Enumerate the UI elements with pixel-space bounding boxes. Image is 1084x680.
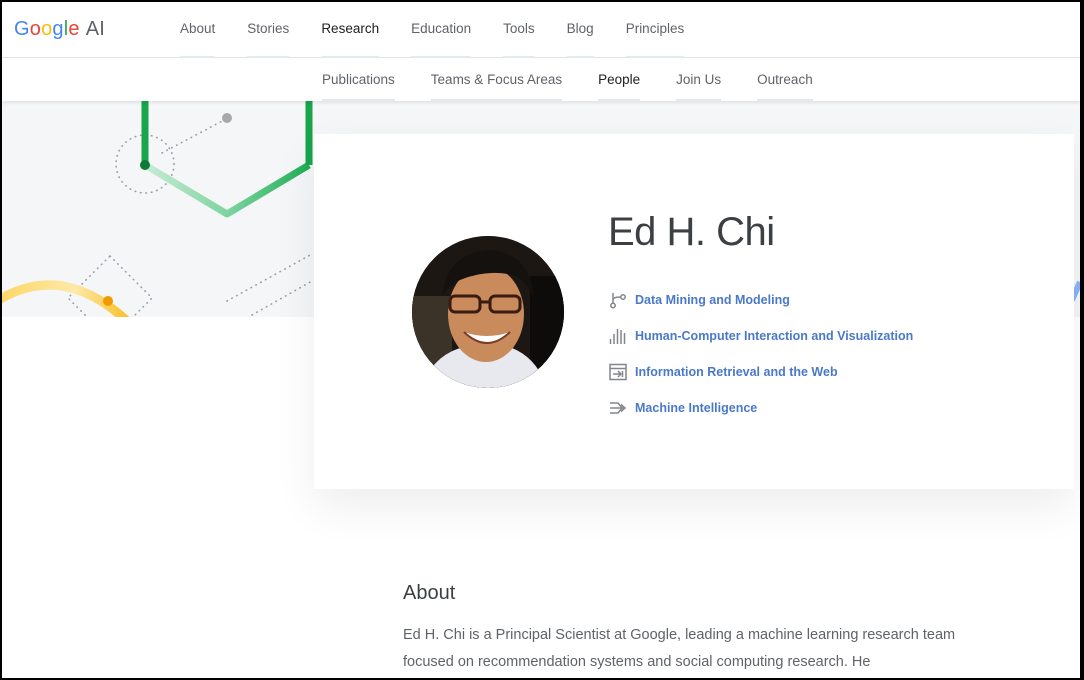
topic-link-data-mining[interactable]: Data Mining and Modeling	[608, 282, 913, 318]
secondary-nav: Publications Teams & Focus Areas People …	[322, 58, 849, 101]
gray-dot	[222, 113, 232, 123]
topic-label: Machine Intelligence	[635, 401, 758, 415]
retrieval-icon	[609, 363, 627, 381]
primary-nav: About Stories Research Education Tools B…	[180, 2, 716, 58]
avatar	[412, 236, 564, 388]
subnav-publications[interactable]: Publications	[322, 58, 395, 101]
topic-link-information-retrieval[interactable]: Information Retrieval and the Web	[608, 354, 913, 390]
hex-bottom-edges	[143, 161, 311, 218]
hex-node	[140, 160, 150, 170]
bars-icon	[609, 329, 626, 344]
research-topics-list: Data Mining and Modeling Human-Computer …	[608, 282, 913, 426]
secondary-navigation-bar: Publications Teams & Focus Areas People …	[2, 58, 1080, 101]
subnav-people[interactable]: People	[598, 58, 641, 101]
nav-tools[interactable]: Tools	[503, 2, 535, 58]
decorative-illustration	[2, 101, 313, 317]
logo-letter: o	[29, 18, 42, 40]
about-heading: About	[403, 582, 456, 604]
google-ai-logo[interactable]: Google AI	[14, 18, 105, 41]
logo-letter: o	[41, 18, 53, 40]
portrait-photo	[412, 236, 564, 388]
nav-about[interactable]: About	[180, 2, 216, 58]
topic-link-hci-visualization[interactable]: Human-Computer Interaction and Visualiza…	[608, 318, 913, 354]
about-text: Ed H. Chi is a Principal Scientist at Go…	[403, 627, 956, 670]
nav-education[interactable]: Education	[411, 2, 472, 58]
browser-viewport: Google AI About Stories Research Educatio…	[2, 2, 1080, 678]
topic-link-machine-intelligence[interactable]: Machine Intelligence	[608, 390, 913, 426]
topic-label: Data Mining and Modeling	[635, 293, 790, 307]
subnav-teams-focus-areas[interactable]: Teams & Focus Areas	[430, 58, 563, 101]
nav-blog[interactable]: Blog	[566, 2, 594, 58]
nav-principles[interactable]: Principles	[625, 2, 684, 58]
dotted-line-2	[226, 253, 313, 302]
top-navigation-bar: Google AI About Stories Research Educatio…	[2, 2, 1080, 58]
profile-name: Ed H. Chi	[608, 210, 775, 254]
dotted-line	[161, 118, 227, 154]
orange-dot	[103, 296, 113, 306]
logo-letter: G	[14, 18, 30, 40]
logo-letter: e	[68, 18, 80, 40]
topic-label: Information Retrieval and the Web	[635, 365, 838, 379]
topic-label: Human-Computer Interaction and Visualiza…	[635, 329, 914, 343]
nav-research[interactable]: Research	[321, 2, 379, 58]
merge-arrow-icon	[610, 402, 627, 414]
logo-letter: g	[52, 18, 64, 40]
logo-suffix: AI	[85, 18, 106, 40]
dotted-line-3	[251, 280, 313, 316]
profile-card: Ed H. Chi Data Mining and Modeling Human…	[314, 134, 1074, 489]
subnav-join-us[interactable]: Join Us	[676, 58, 722, 101]
subnav-outreach[interactable]: Outreach	[757, 58, 813, 101]
branch-icon	[610, 293, 626, 309]
nav-stories[interactable]: Stories	[247, 2, 290, 58]
